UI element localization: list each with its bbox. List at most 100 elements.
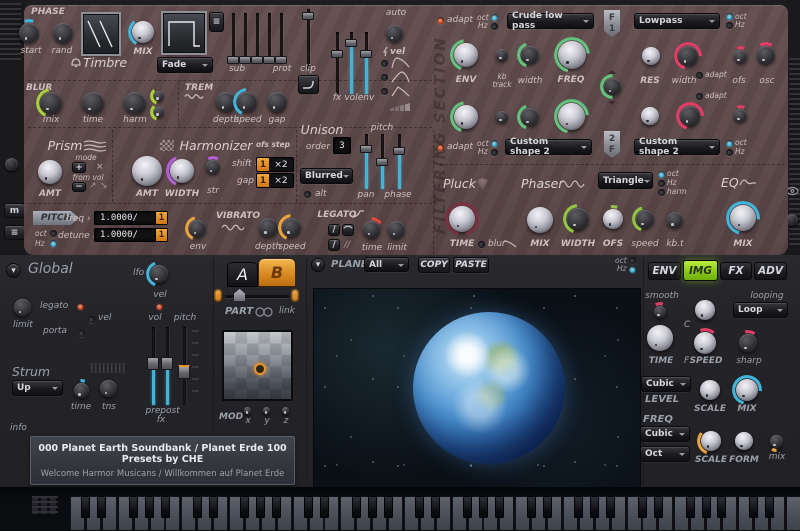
sub-slider-2[interactable]	[239, 13, 251, 63]
prism-from-vol-off-button[interactable]: −	[72, 182, 86, 192]
phaser-hz-radio[interactable]	[658, 180, 665, 187]
legato-time-knob[interactable]	[361, 219, 382, 240]
filter2-kbtrack-knob[interactable]	[494, 109, 510, 125]
filter2-adapt2-radio[interactable]	[696, 93, 703, 100]
legato-slide-button-2[interactable]: ⌒	[342, 224, 354, 236]
phaser-shape-dropdown[interactable]: Triangle	[598, 172, 653, 189]
filter1-freq-knob[interactable]	[556, 39, 588, 71]
filter1-adapt2-radio[interactable]	[696, 72, 703, 79]
piano-key-black[interactable]	[368, 496, 377, 518]
freq-form-knob[interactable]	[733, 430, 755, 452]
piano-key-black[interactable]	[161, 496, 170, 518]
filter1-env-knob[interactable]	[452, 41, 480, 69]
sub-slider-3[interactable]	[251, 13, 263, 63]
prot-slider[interactable]	[275, 13, 287, 63]
phaser-width-knob[interactable]	[565, 206, 591, 232]
sub-slider-4[interactable]	[263, 13, 275, 63]
prism-amt-knob[interactable]	[36, 158, 64, 186]
blur-env-att-knob[interactable]	[152, 89, 166, 103]
legato-slide-button-3[interactable]: ∕	[328, 239, 340, 251]
timbre-menu-button[interactable]: ≡	[209, 12, 224, 32]
smooth-knob[interactable]	[652, 304, 668, 320]
piano-key-black[interactable]	[654, 496, 663, 518]
piano-key-black[interactable]	[81, 496, 90, 518]
filter1-width-knob[interactable]	[519, 44, 541, 66]
vibrato-speed-knob[interactable]	[280, 216, 303, 239]
filter1-osc-knob[interactable]	[755, 44, 777, 66]
global-pre-volume-slider[interactable]	[147, 327, 159, 405]
global-pitch-slider[interactable]	[178, 327, 190, 405]
piano-key-black[interactable]	[415, 496, 424, 518]
harmonizer-str-knob[interactable]	[204, 158, 222, 176]
freq-range-dropdown[interactable]: Oct	[640, 446, 690, 462]
piano-key-black[interactable]	[193, 496, 202, 518]
part-b-tab[interactable]: B	[258, 258, 296, 287]
legato-slide-button-1[interactable]: /	[328, 224, 340, 236]
unison-alt-radio[interactable]	[304, 191, 311, 198]
piano-key-black[interactable]	[479, 496, 488, 518]
trem-gap-knob[interactable]	[265, 90, 289, 114]
resynthesis-image-display[interactable]	[313, 288, 641, 489]
filter1-adapt-radio[interactable]	[437, 17, 444, 24]
loop-mode-dropdown[interactable]: Loop	[733, 302, 788, 318]
global-porta-radio[interactable]	[78, 330, 85, 337]
piano-key-black[interactable]	[129, 496, 138, 518]
harmonizer-gap-display[interactable]: 1×2	[256, 173, 294, 188]
lfo-knob[interactable]	[148, 263, 170, 285]
piano-key-black[interactable]	[686, 496, 695, 518]
phaser-ofs-knob[interactable]	[601, 207, 625, 231]
prism-mode-mult-label[interactable]: ×	[96, 162, 104, 172]
sub-slider-1[interactable]	[227, 13, 239, 63]
unison-order-display[interactable]: 3	[333, 137, 351, 154]
timbre-waveform-display-2[interactable]	[163, 13, 205, 53]
filter1-right-oct-radio[interactable]	[726, 13, 733, 20]
filter1-kbtrack-knob[interactable]	[494, 47, 510, 63]
piano-key-black[interactable]	[765, 496, 774, 518]
harmonizer-width-knob[interactable]	[168, 157, 196, 185]
filter1-oct-radio[interactable]	[491, 14, 498, 21]
vel-env-radio-2[interactable]	[381, 74, 388, 81]
piano-key-black[interactable]	[145, 496, 154, 518]
timbre-mode-dropdown[interactable]: Fade	[157, 57, 213, 73]
mod-xy-pad[interactable]	[222, 330, 293, 401]
pitch-oct-radio[interactable]	[50, 230, 57, 237]
vol-level-slider[interactable]	[345, 32, 357, 94]
xy-pad-point[interactable]	[254, 363, 266, 375]
auto-knob[interactable]	[384, 23, 405, 44]
trem-speed-knob[interactable]	[235, 90, 259, 114]
harmonizer-amt-knob[interactable]	[130, 154, 164, 188]
vel-env-radio-3[interactable]	[381, 88, 388, 95]
piano-key-black[interactable]	[749, 496, 758, 518]
fx-level-slider[interactable]	[331, 32, 343, 94]
piano-key-white[interactable]	[786, 496, 800, 531]
level-mode-dropdown[interactable]: Cubic	[641, 376, 691, 392]
blur-time-knob[interactable]	[80, 90, 106, 116]
piano-key-black[interactable]	[384, 496, 393, 518]
piano-key-black[interactable]	[209, 496, 218, 518]
blur-env-rel-knob[interactable]	[152, 105, 166, 119]
clip-slider[interactable]	[302, 9, 314, 69]
filter1-ofs-knob[interactable]	[732, 48, 749, 65]
eq-mix-knob[interactable]	[728, 203, 758, 233]
unison-pan-slider[interactable]	[376, 134, 388, 189]
piano-key-black[interactable]	[527, 496, 536, 518]
piano-key-black[interactable]	[431, 496, 440, 518]
filter-mix-up-arrow[interactable]	[608, 66, 616, 74]
piano-key-black[interactable]	[495, 496, 504, 518]
timbre-mix-knob[interactable]	[130, 19, 156, 45]
phase-rand-knob[interactable]	[51, 21, 75, 45]
global-limit-knob[interactable]	[12, 297, 33, 318]
filter2-width2-knob[interactable]	[678, 104, 702, 128]
global-post-volume-slider[interactable]	[161, 327, 173, 405]
blur-harm-knob[interactable]	[122, 90, 148, 116]
prism-mode-add-button[interactable]: +	[72, 162, 86, 173]
filter2-shape1-dropdown[interactable]: Custom shape 2	[505, 139, 592, 155]
img-coarse-knob[interactable]	[693, 298, 717, 322]
tab-fx[interactable]: FX	[720, 262, 752, 280]
phaser-kbt-knob[interactable]	[665, 210, 685, 230]
legato-limit-knob[interactable]	[386, 219, 407, 240]
vel2-radio[interactable]	[156, 303, 163, 310]
harmonizer-shift-display[interactable]: 1×2	[256, 157, 294, 172]
piano-key-black[interactable]	[702, 496, 711, 518]
pitch-freq-display[interactable]: 1.0000/1	[94, 211, 168, 225]
